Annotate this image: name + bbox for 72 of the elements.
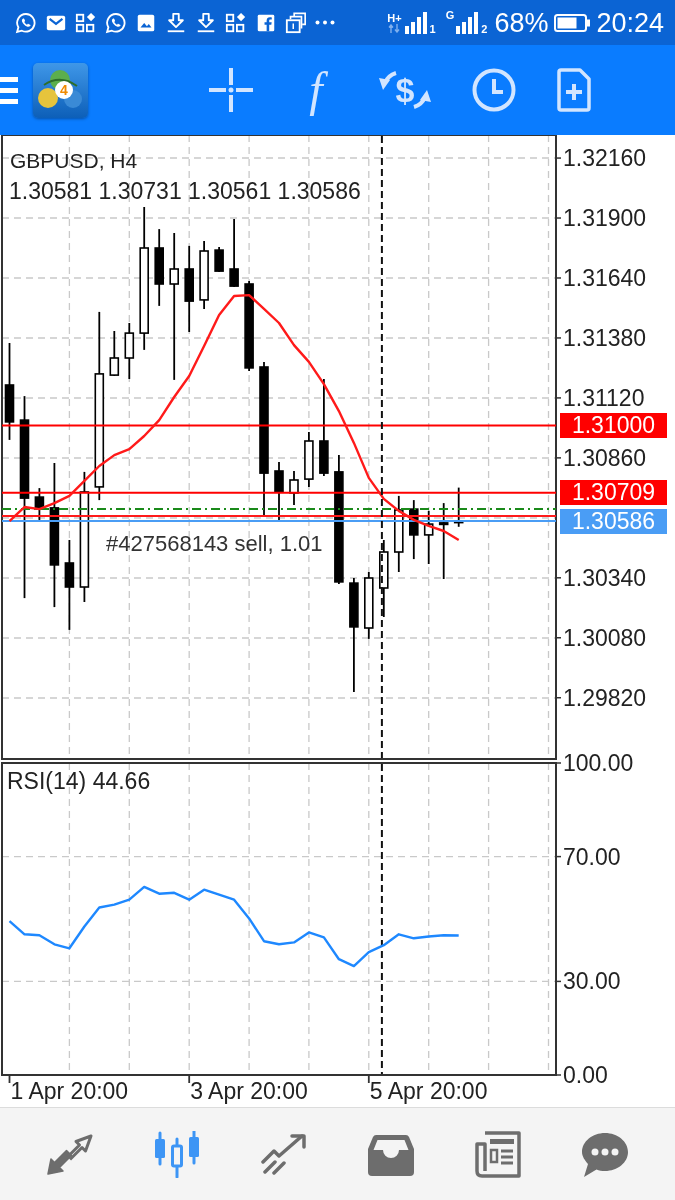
document-plus-icon xyxy=(557,68,591,112)
candle xyxy=(289,470,299,506)
trend-arrow-icon xyxy=(260,1133,307,1175)
sim-number: 2 xyxy=(481,24,488,35)
candle xyxy=(109,330,120,377)
stock-chart-icon xyxy=(152,1130,201,1178)
price-axis-label: 1.31900 xyxy=(563,205,647,231)
symbol-label: GBPUSD, H4 xyxy=(10,148,138,174)
clock-button[interactable] xyxy=(472,68,516,112)
candle xyxy=(199,240,209,310)
clock-time: 20:24 xyxy=(596,7,664,38)
download-icon xyxy=(165,11,187,34)
price-axis-label: 1.31640 xyxy=(563,265,647,291)
clock-icon xyxy=(472,68,516,112)
phone-bubble-icon xyxy=(15,11,37,34)
price-axis-label: 1.30340 xyxy=(563,564,647,591)
candle xyxy=(453,486,464,528)
more-dots-icon xyxy=(315,20,335,25)
candle xyxy=(364,571,374,640)
sim-number: 1 xyxy=(429,24,436,35)
newspaper-icon xyxy=(475,1130,522,1178)
apps-icon xyxy=(75,11,97,34)
data-arrows-icon xyxy=(388,24,401,33)
signal-icon xyxy=(456,11,479,34)
download-icon xyxy=(195,11,217,34)
menu-icon xyxy=(0,76,18,104)
battery-icon xyxy=(554,13,591,32)
menu-button[interactable] xyxy=(0,76,18,104)
candle xyxy=(124,322,135,380)
time-axis-label: 3 Apr 20:00 xyxy=(190,1078,308,1104)
axis-label: 30.00 xyxy=(563,968,621,995)
price-axis-label: 1.31120 xyxy=(563,384,645,411)
ohlc-values: 1.30581 1.30731 1.30561 1.30586 xyxy=(9,178,361,204)
price-axis-label: 1.29820 xyxy=(563,684,647,711)
order-label: #427568143 sell, 1.01 xyxy=(106,531,323,557)
circular-arrows-icon xyxy=(379,68,431,112)
chat-bubble-icon xyxy=(582,1130,629,1178)
new-document-button[interactable] xyxy=(557,68,591,112)
network-type: H+ xyxy=(387,12,402,24)
battery-percent: 68% xyxy=(494,7,549,38)
apps-icon xyxy=(225,11,247,34)
stacked-windows-icon xyxy=(285,11,307,34)
candle xyxy=(274,461,284,523)
candle xyxy=(409,499,419,560)
candle xyxy=(214,246,224,273)
double-arrow-icon xyxy=(46,1133,93,1175)
app-logo: 4 xyxy=(33,62,88,118)
price-axis-label: 1.32160 xyxy=(563,145,647,172)
time-axis-label: 1 Apr 20:00 xyxy=(10,1078,129,1104)
network-type: G xyxy=(445,10,455,21)
candle xyxy=(229,218,239,288)
phone-bubble-icon xyxy=(105,11,127,34)
axis-label: 0.00 xyxy=(563,1062,608,1088)
indicators-button[interactable]: f xyxy=(294,65,338,115)
candle xyxy=(304,431,314,488)
price-tag: 1.30586 xyxy=(560,508,667,534)
price-axis-label: 1.31380 xyxy=(563,325,647,351)
price-tag: 1.30709 xyxy=(560,480,667,506)
price-axis-label: 1.30860 xyxy=(563,444,647,471)
candle xyxy=(34,487,45,523)
axis-label: 70.00 xyxy=(563,843,621,870)
crosshair-icon xyxy=(209,68,253,112)
time-axis-label: 5 Apr 20:00 xyxy=(369,1078,488,1104)
price-axis-label: 1.30080 xyxy=(563,624,647,651)
crosshair-button[interactable] xyxy=(209,68,253,112)
inbox-tray-icon xyxy=(368,1132,415,1176)
signal-icon xyxy=(404,11,427,34)
indicator-label: RSI(14) 44.66 xyxy=(7,768,151,794)
candle xyxy=(423,510,434,565)
price-tag: 1.31000 xyxy=(560,413,667,439)
trade-button[interactable]: $ xyxy=(379,68,431,112)
axis-label: 100.00 xyxy=(563,750,634,776)
